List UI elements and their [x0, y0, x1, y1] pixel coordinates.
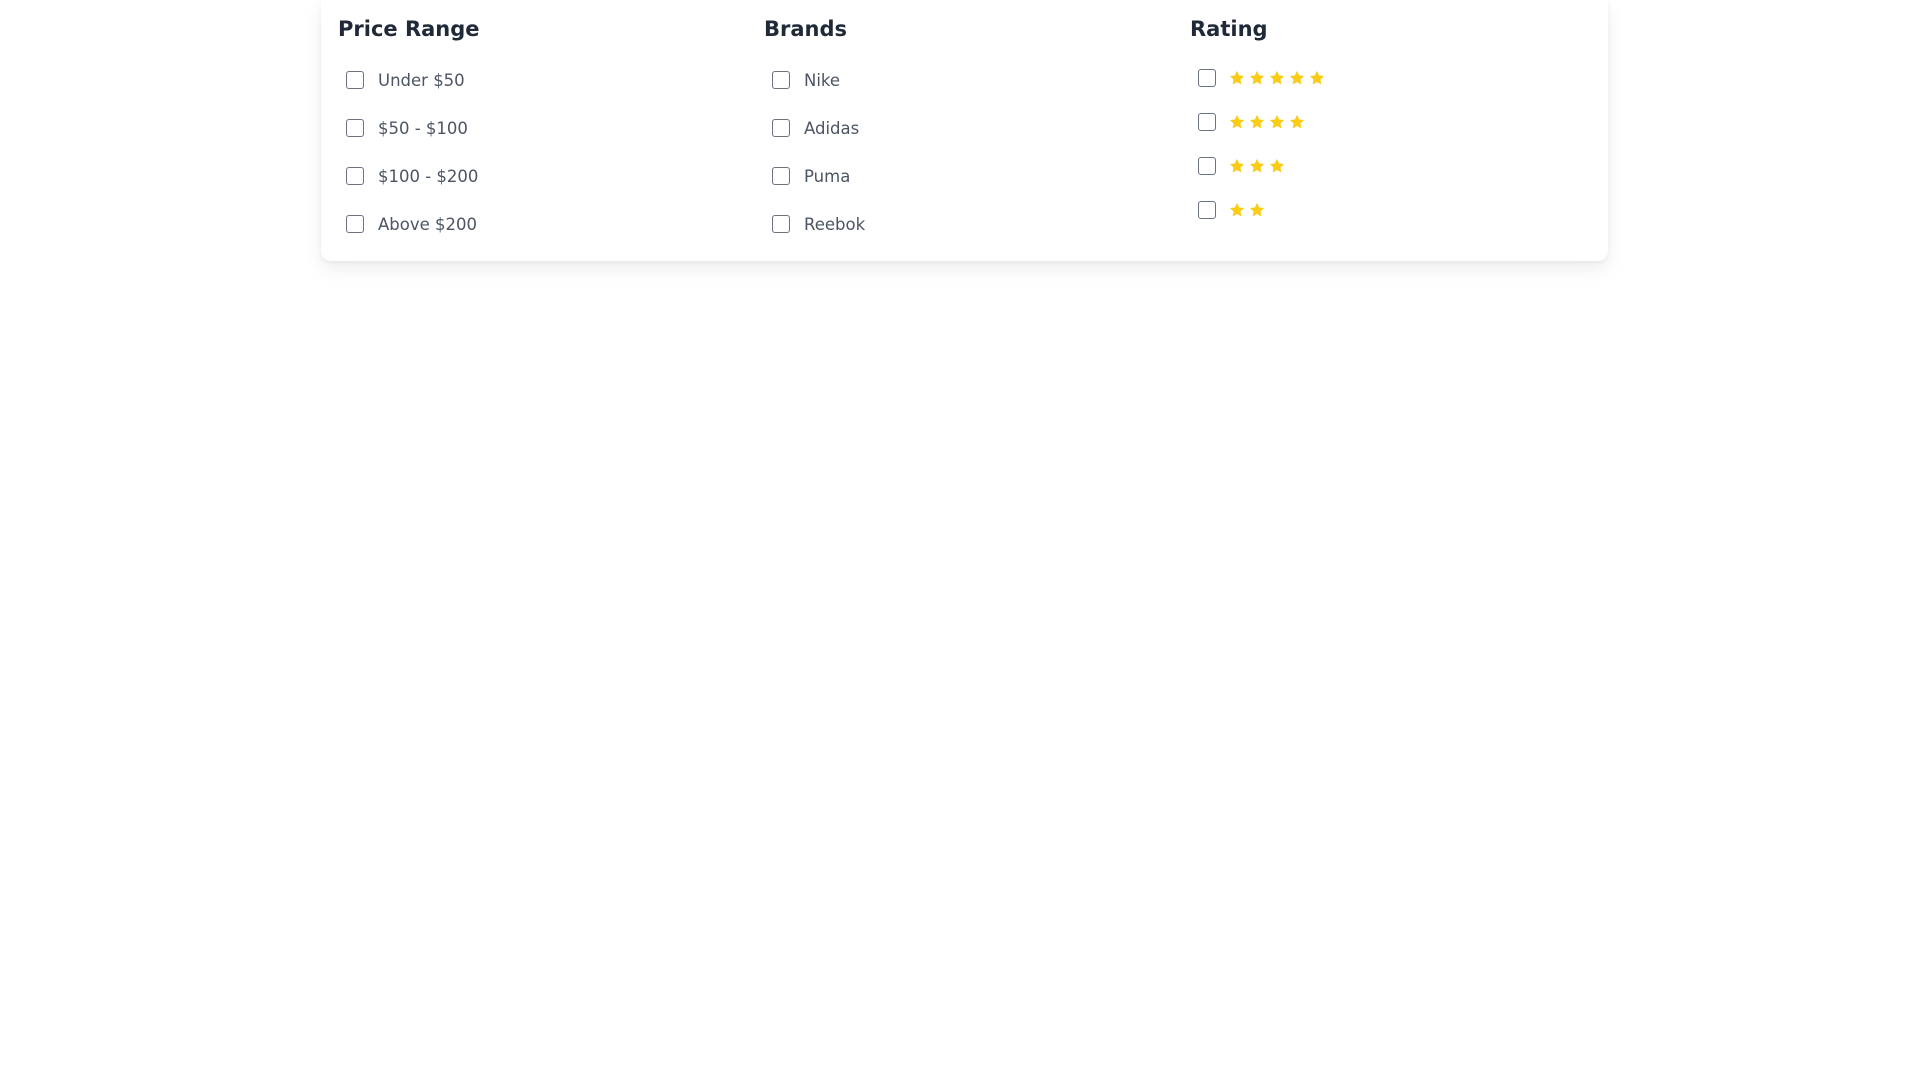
rating-option-5[interactable]: [1198, 67, 1328, 89]
rating-2-checkbox[interactable]: [1198, 201, 1216, 219]
star-icon: [1248, 113, 1266, 131]
option-label: Under $50: [378, 70, 465, 90]
star-rating: [1228, 157, 1288, 175]
brand-nike-checkbox[interactable]: [772, 71, 790, 89]
brands-title: Brands: [764, 17, 848, 41]
price-50-100-checkbox[interactable]: [346, 119, 364, 137]
star-icon: [1228, 69, 1246, 87]
option-label: $100 - $200: [378, 166, 479, 186]
price-option-100-200[interactable]: $100 - $200: [346, 165, 478, 187]
rating-option-4[interactable]: [1198, 111, 1308, 133]
option-label: $50 - $100: [378, 118, 468, 138]
rating-option-2[interactable]: [1198, 199, 1268, 221]
price-above-200-checkbox[interactable]: [346, 215, 364, 233]
star-icon: [1228, 113, 1246, 131]
price-under-50-checkbox[interactable]: [346, 71, 364, 89]
option-label: Nike: [804, 70, 841, 90]
rating-3-checkbox[interactable]: [1198, 157, 1216, 175]
brand-option-adidas[interactable]: Adidas: [772, 117, 859, 139]
star-icon: [1268, 69, 1286, 87]
price-100-200-checkbox[interactable]: [346, 167, 364, 185]
star-icon: [1228, 157, 1246, 175]
star-icon: [1288, 69, 1306, 87]
price-option-above-200[interactable]: Above $200: [346, 213, 477, 235]
price-range-title: Price Range: [338, 17, 480, 41]
star-rating: [1228, 201, 1268, 219]
brand-adidas-checkbox[interactable]: [772, 119, 790, 137]
rating-title: Rating: [1190, 17, 1268, 41]
rating-option-3[interactable]: [1198, 155, 1288, 177]
brand-option-reebok[interactable]: Reebok: [772, 213, 865, 235]
star-icon: [1248, 157, 1266, 175]
star-icon: [1248, 201, 1266, 219]
star-rating: [1228, 69, 1328, 87]
option-label: Reebok: [804, 214, 866, 234]
star-icon: [1288, 113, 1306, 131]
option-label: Adidas: [804, 118, 860, 138]
rating-5-checkbox[interactable]: [1198, 69, 1216, 87]
filter-panel: Price Range Under $50 $50 - $100 $100 - …: [321, 0, 1608, 261]
brand-reebok-checkbox[interactable]: [772, 215, 790, 233]
brand-puma-checkbox[interactable]: [772, 167, 790, 185]
brand-option-puma[interactable]: Puma: [772, 165, 850, 187]
star-rating: [1228, 113, 1308, 131]
brand-option-nike[interactable]: Nike: [772, 69, 840, 91]
star-icon: [1248, 69, 1266, 87]
rating-4-checkbox[interactable]: [1198, 113, 1216, 131]
star-icon: [1308, 69, 1326, 87]
star-icon: [1268, 157, 1286, 175]
star-icon: [1228, 201, 1246, 219]
price-option-50-100[interactable]: $50 - $100: [346, 117, 468, 139]
price-option-under-50[interactable]: Under $50: [346, 69, 465, 91]
option-label: Puma: [804, 166, 851, 186]
star-icon: [1268, 113, 1286, 131]
option-label: Above $200: [378, 214, 478, 234]
